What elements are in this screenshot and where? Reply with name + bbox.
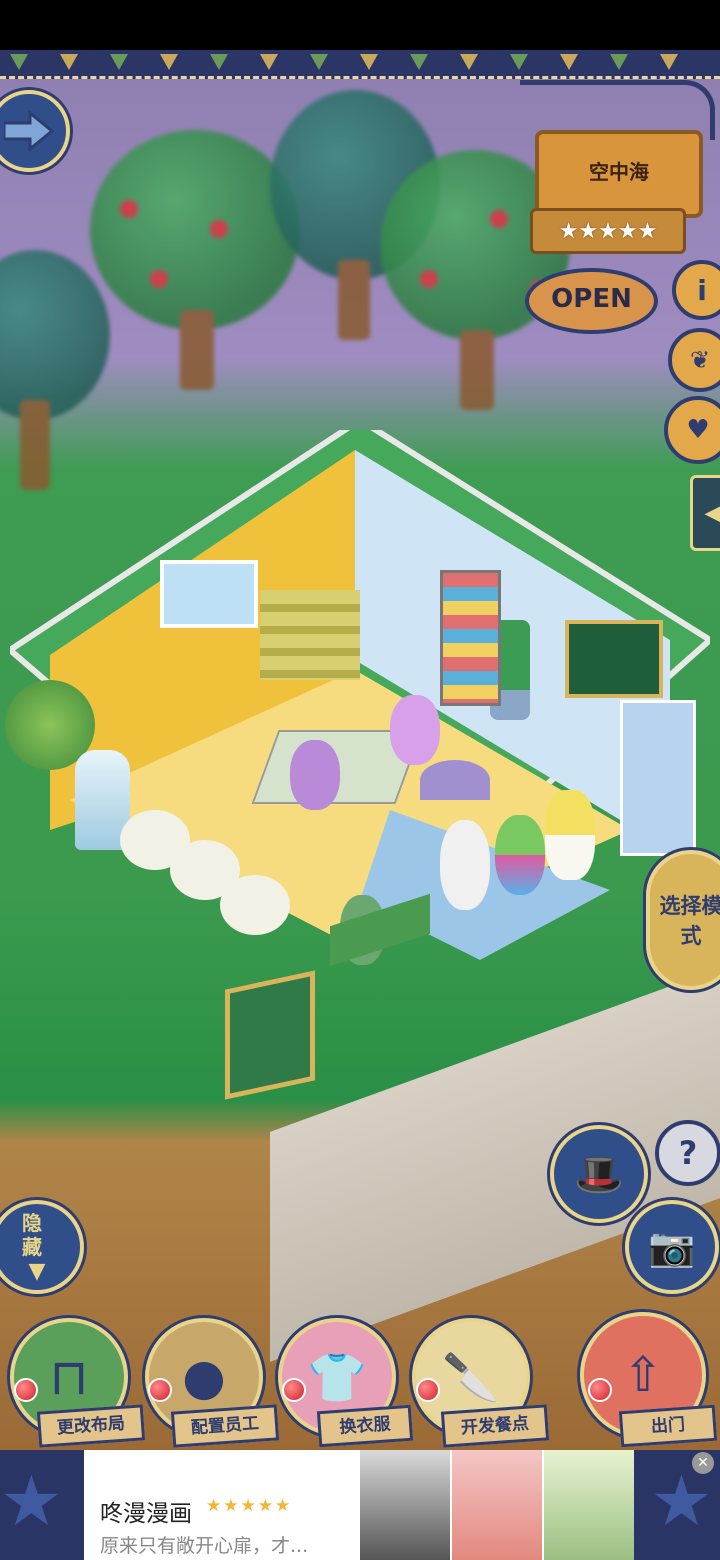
rating-stars: ★★★★★ [558, 218, 658, 244]
ad-rating: ★★★★★ [206, 1496, 293, 1516]
hide-button[interactable]: 隐藏 ▼ [0, 1200, 84, 1294]
customer-green-bear[interactable] [495, 815, 545, 895]
hat-button[interactable]: 🎩 [550, 1125, 648, 1223]
select-mode-button[interactable]: 选择模式 [646, 850, 720, 990]
info-icon: i [697, 273, 707, 307]
recipe-book-button[interactable]: ❦ [668, 328, 720, 392]
info-button[interactable]: i [672, 260, 720, 320]
ad-banner[interactable]: ★ ★ 咚漫漫画 ★★★★★ 原来只有敞开心扉，才... ✕ [0, 1450, 720, 1560]
chevron-left-icon: ◀ [704, 500, 720, 526]
stairs [260, 590, 360, 680]
customer-purple-bear[interactable] [290, 740, 340, 810]
ad-card[interactable]: 咚漫漫画 ★★★★★ 原来只有敞开心扉，才... ✕ [84, 1450, 714, 1560]
bear-head-icon: ● [182, 1348, 226, 1406]
shirt-icon: 👕 [307, 1349, 367, 1406]
change-clothes-label[interactable]: 换衣服 [316, 1404, 414, 1448]
ad-description: 原来只有敞开心扉，才... [100, 1535, 309, 1557]
stone-wall [270, 968, 720, 1362]
star-decoration: ★ [0, 1460, 63, 1542]
ad-thumbnail [360, 1450, 450, 1560]
umbrella-character[interactable] [420, 760, 490, 800]
camera-button[interactable]: 📷 [625, 1200, 719, 1294]
side-panel-tab[interactable]: ◀ [690, 475, 720, 551]
heart-chat-icon: ♥ [686, 415, 710, 445]
bookshelf [440, 570, 501, 706]
help-button[interactable]: ? [655, 1120, 720, 1186]
shop-name: 空中海 [589, 160, 649, 184]
customer-white-bear[interactable] [440, 820, 490, 910]
shop-rating: ★★★★★ [530, 208, 686, 254]
notification-pin [588, 1378, 612, 1402]
go-out-label[interactable]: 出门 [618, 1404, 718, 1448]
status-bar [0, 0, 720, 50]
arrow-down-icon: ▼ [28, 1258, 46, 1284]
sidewalk-sign [225, 970, 315, 1100]
shop-building[interactable] [5, 416, 715, 990]
game-scene[interactable]: 空中海 ★★★★★ OPEN i ❦ ♥ ◀ 选择模式 🎩 ? 📷 隐藏 ▼ ⊓… [0, 50, 720, 1450]
camera-icon: 📷 [648, 1224, 696, 1269]
shop-name-sign[interactable]: 空中海 [535, 130, 703, 218]
table-icon: ⊓ [49, 1348, 89, 1406]
notification-pin [148, 1378, 172, 1402]
door-exit-icon: ⇧ [622, 1347, 664, 1403]
help-icon: ? [678, 1134, 698, 1172]
customer-pink-bear[interactable] [390, 695, 440, 765]
open-sign[interactable]: OPEN [525, 268, 658, 334]
entrance-door [620, 700, 696, 856]
knife-icon: 🔪 [442, 1349, 500, 1404]
arrow-right-icon [4, 111, 54, 151]
develop-menu-label[interactable]: 开发餐点 [440, 1404, 550, 1448]
next-area-button[interactable] [0, 90, 70, 172]
window [160, 560, 258, 628]
staff-label[interactable]: 配置员工 [170, 1404, 280, 1448]
notification-pin [14, 1378, 38, 1402]
book-icon: ❦ [689, 346, 711, 374]
ad-thumbnail [452, 1450, 542, 1560]
bunting-decoration [0, 50, 720, 79]
notification-pin [416, 1378, 440, 1402]
select-mode-label: 选择模式 [659, 894, 720, 948]
cushion-seat [220, 875, 290, 935]
change-layout-label[interactable]: 更改布局 [36, 1404, 146, 1448]
hat-icon: 🎩 [574, 1151, 624, 1198]
ad-title: 咚漫漫画 [100, 1501, 192, 1527]
ad-thumbnail [544, 1450, 634, 1560]
close-icon[interactable]: ✕ [692, 1452, 714, 1474]
notification-pin [282, 1378, 306, 1402]
hide-label: 隐藏 [22, 1210, 42, 1259]
menu-chalkboard [565, 620, 663, 698]
staff-chef-bear[interactable] [545, 790, 595, 880]
